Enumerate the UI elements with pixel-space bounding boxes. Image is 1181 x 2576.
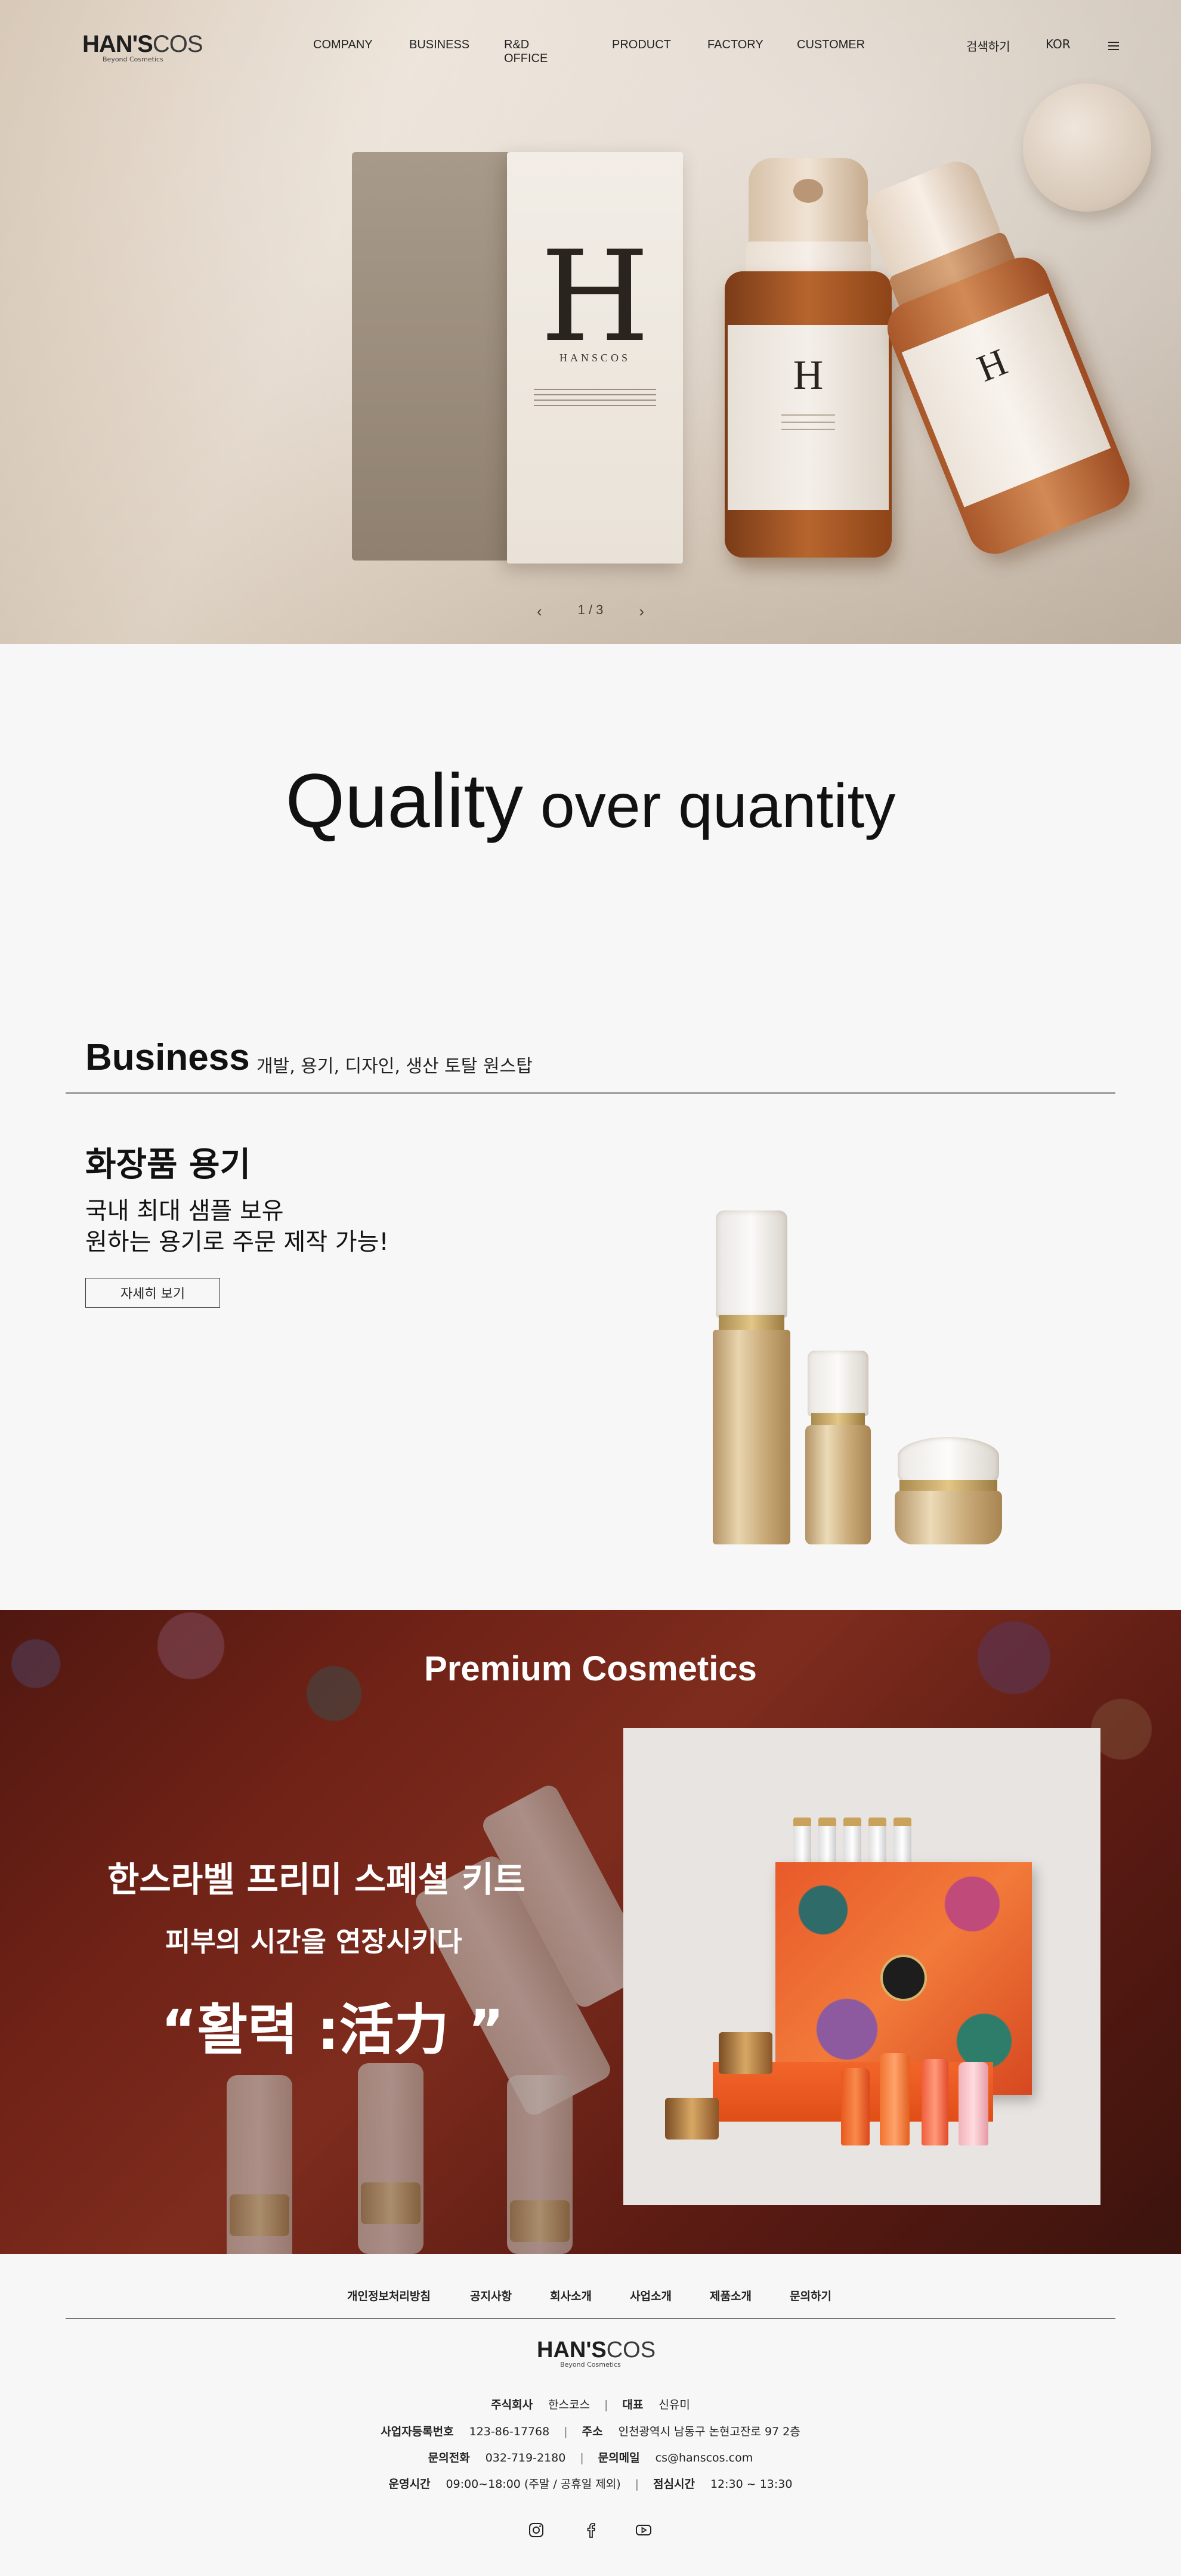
kit-product-image bbox=[623, 1728, 1100, 2205]
search-button[interactable]: 검색하기 bbox=[966, 37, 1010, 54]
nav-factory[interactable]: FACTORY bbox=[707, 38, 763, 52]
company-label: 주식회사 bbox=[491, 2398, 533, 2411]
bottle-cap bbox=[1023, 83, 1151, 212]
nav-rnd-office[interactable]: R&D OFFICE bbox=[504, 38, 548, 66]
footer-divider bbox=[66, 2318, 1115, 2319]
footer-link-products[interactable]: 제품소개 bbox=[710, 2287, 752, 2303]
business-subtitle: 개발, 용기, 디자인, 생산 토탈 원스탑 bbox=[256, 1056, 533, 1077]
premium-quote: “활력 :活力 ” bbox=[161, 1998, 505, 2062]
nav-company[interactable]: COMPANY bbox=[313, 38, 373, 52]
hero-banner: H HANSCOS H H ‹ 1 / 3 › bbox=[0, 0, 1181, 644]
footer-logo-text-a: HAN'S bbox=[537, 2337, 607, 2363]
footer-link-contact[interactable]: 문의하기 bbox=[790, 2287, 831, 2303]
lunch-label: 점심시간 bbox=[653, 2478, 695, 2491]
bottle-letter-2: H bbox=[971, 340, 1013, 390]
footer-logo[interactable]: HAN'SCOS Beyond Cosmetics bbox=[537, 2337, 656, 2368]
box-brand: HANSCOS bbox=[559, 352, 631, 364]
youtube-icon[interactable] bbox=[635, 2521, 653, 2539]
quality-word: Quality bbox=[285, 758, 523, 844]
chevron-right-icon[interactable]: › bbox=[639, 602, 644, 621]
business-title: Business bbox=[85, 1037, 250, 1078]
email-value[interactable]: cs@hanscos.com bbox=[656, 2451, 753, 2464]
container-product-image bbox=[704, 1210, 1014, 1550]
logo-text-a: HAN'S bbox=[82, 31, 153, 57]
premium-kit-title: 한스라벨 프리미 스페셜 키트 bbox=[107, 1859, 525, 1900]
slide-indicator: 1 / 3 bbox=[577, 602, 604, 617]
divider bbox=[66, 1092, 1115, 1094]
logo[interactable]: HAN'SCOS Beyond Cosmetics bbox=[82, 31, 203, 63]
business-desc-line-2: 원하는 용기로 주문 제작 가능! bbox=[85, 1228, 389, 1256]
footer-link-privacy[interactable]: 개인정보처리방침 bbox=[347, 2287, 431, 2303]
nav-customer[interactable]: CUSTOMER bbox=[797, 38, 865, 52]
box-text-lines bbox=[534, 385, 656, 410]
business-content-desc: 국내 최대 샘플 보유 원하는 용기로 주문 제작 가능! bbox=[85, 1196, 389, 1258]
business-content-title: 화장품 용기 bbox=[85, 1145, 251, 1184]
chevron-left-icon[interactable]: ‹ bbox=[537, 602, 542, 621]
ceo-label: 대표 bbox=[622, 2398, 644, 2411]
tel-label: 문의전화 bbox=[428, 2451, 470, 2464]
facebook-icon[interactable] bbox=[582, 2521, 600, 2539]
brand-emblem bbox=[880, 1955, 927, 2001]
reg-value: 123-86-17768 bbox=[469, 2425, 550, 2438]
nav-business[interactable]: BUSINESS bbox=[409, 38, 469, 52]
addr-value: 인천광역시 남동구 논현고잔로 97 2층 bbox=[618, 2425, 800, 2438]
product-box: H HANSCOS bbox=[507, 152, 683, 564]
addr-label: 주소 bbox=[582, 2425, 603, 2438]
email-label: 문의메일 bbox=[598, 2451, 640, 2464]
product-box-side bbox=[352, 152, 513, 561]
business-desc-line-1: 국내 최대 샘플 보유 bbox=[85, 1197, 284, 1225]
quality-rest: over quantity bbox=[523, 772, 896, 841]
premium-subtitle: 피부의 시간을 연장시키다 bbox=[165, 1925, 462, 1958]
footer-link-notice[interactable]: 공지사항 bbox=[470, 2287, 512, 2303]
ceo-value: 신유미 bbox=[658, 2398, 690, 2411]
slide-pagination: ‹ 1 / 3 › bbox=[537, 602, 644, 620]
menu-icon[interactable] bbox=[1108, 42, 1119, 50]
footer-hours-row: 운영시간 09:00~18:00 (주말 / 공휴일 제외) | 점심시간 12:30 … bbox=[388, 2478, 793, 2491]
hours-label: 운영시간 bbox=[388, 2478, 431, 2491]
tel-value: 032-719-2180 bbox=[485, 2451, 566, 2464]
footer-company-row: 주식회사 한스코스 | 대표 신유미 bbox=[491, 2398, 690, 2411]
box-letter: H bbox=[540, 224, 650, 370]
quality-headline: Quality over quantity bbox=[0, 757, 1181, 845]
footer-logo-text-b: COS bbox=[606, 2337, 656, 2363]
language-selector[interactable]: KOR bbox=[1046, 37, 1071, 51]
lunch-value: 12:30 ~ 13:30 bbox=[710, 2478, 793, 2491]
reg-label: 사업자등록번호 bbox=[381, 2425, 454, 2438]
view-more-button[interactable]: 자세히 보기 bbox=[85, 1278, 220, 1308]
footer-contact-row: 문의전화 032-719-2180 | 문의메일 cs@hanscos.com bbox=[428, 2451, 753, 2464]
footer-links: 개인정보처리방침 공지사항 회사소개 사업소개 제품소개 문의하기 bbox=[0, 2287, 1181, 2305]
footer-reg-row: 사업자등록번호 123-86-17768 | 주소 인천광역시 남동구 논현고잔로 97… bbox=[381, 2425, 800, 2438]
bottle-letter: H bbox=[793, 352, 824, 398]
logo-text-b: COS bbox=[152, 31, 203, 57]
footer-link-business[interactable]: 사업소개 bbox=[630, 2287, 672, 2303]
footer-link-company[interactable]: 회사소개 bbox=[550, 2287, 592, 2303]
instagram-icon[interactable] bbox=[527, 2521, 545, 2539]
company-value: 한스코스 bbox=[548, 2398, 590, 2411]
hours-value: 09:00~18:00 (주말 / 공휴일 제외) bbox=[446, 2478, 621, 2491]
premium-title: Premium Cosmetics bbox=[424, 1649, 757, 1688]
nav-product[interactable]: PRODUCT bbox=[612, 38, 671, 52]
site-header: HAN'SCOS Beyond Cosmetics COMPANY BUSINE… bbox=[0, 0, 1181, 89]
